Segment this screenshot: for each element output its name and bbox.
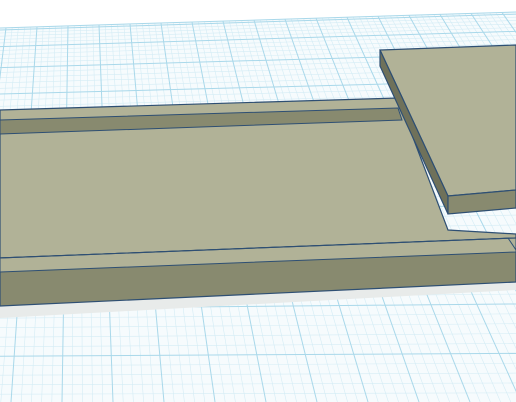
scene-canvas[interactable] [0,0,516,402]
3d-viewport[interactable] [0,0,516,402]
